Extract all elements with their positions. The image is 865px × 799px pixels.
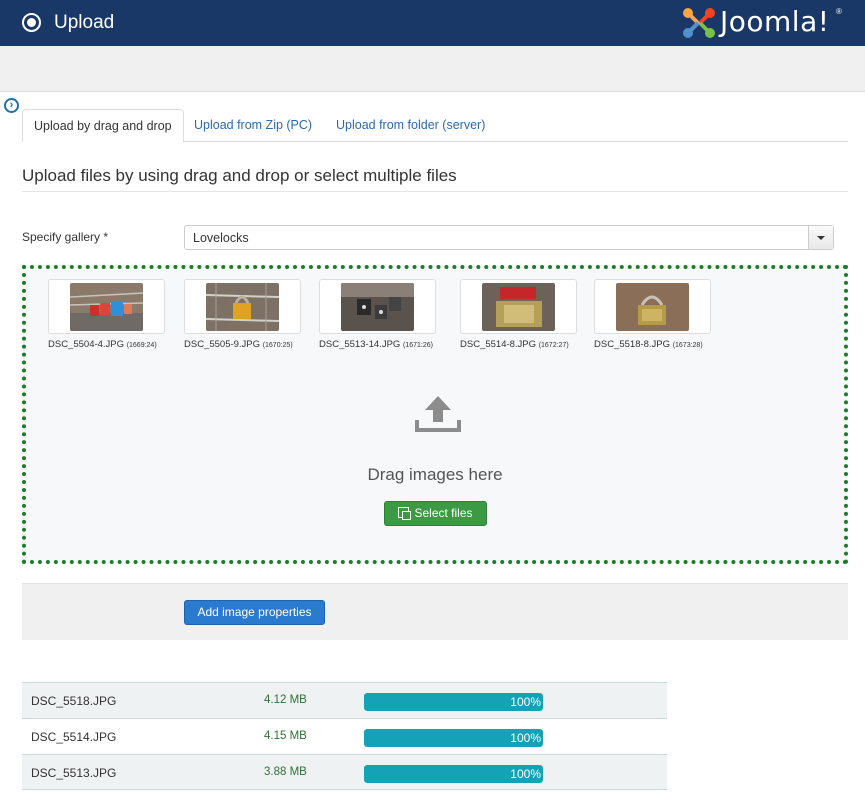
add-image-properties-button[interactable]: Add image properties: [184, 600, 325, 625]
thumbnail-filename: DSC_5505-9.JPG: [184, 339, 261, 350]
logo-wordmark: Joomla!: [720, 5, 830, 38]
upload-progress-bar: 100%: [364, 729, 543, 747]
upload-file-table: DSC_5518.JPG 4.12 MB 100% DSC_5514.JPG 4…: [22, 682, 667, 790]
thumbnail-filename: DSC_5504-4.JPG: [48, 339, 125, 350]
thumbnail-caption: DSC_5514-8.JPG (1672:27): [460, 339, 569, 350]
progress-label: 100%: [510, 767, 541, 781]
thumbnail-dimensions: (1671:26): [402, 342, 433, 349]
logo-registered-mark: ®: [836, 7, 842, 16]
thumbnail-filename: DSC_5513-14.JPG: [319, 339, 401, 350]
thumbnail-frame: [184, 279, 301, 334]
thumbnail-dimensions: (1672:27): [538, 342, 569, 349]
gallery-label: Specify gallery *: [22, 230, 109, 244]
thumbnail-frame: [594, 279, 711, 334]
copy-icon: [398, 507, 412, 520]
file-size: 4.12 MB: [264, 694, 307, 706]
joomla-logo[interactable]: Joomla! ®: [680, 5, 850, 41]
table-row: DSC_5513.JPG 3.88 MB 100%: [22, 754, 667, 790]
drag-hint: Drag images here: [367, 465, 503, 484]
lock-photo-image: [482, 283, 555, 331]
thumbnail-filename: DSC_5518-8.JPG: [594, 339, 671, 350]
lock-photo-image: [70, 283, 143, 331]
upload-progress-bar: 100%: [364, 693, 543, 711]
thumbnail-item[interactable]: DSC_5518-8.JPG (1673:28): [594, 279, 711, 350]
table-row: DSC_5514.JPG 4.15 MB 100%: [22, 718, 667, 754]
gallery-select-value: Lovelocks: [193, 231, 249, 245]
app-header: Upload Joomla! ®: [0, 0, 865, 46]
gallery-select[interactable]: Lovelocks: [184, 225, 834, 250]
section-title: Upload files by using drag and drop or s…: [22, 166, 457, 185]
upload-tabs: Upload by drag and drop Upload from Zip …: [22, 109, 848, 143]
thumbnail-caption: DSC_5505-9.JPG (1670:25): [184, 339, 293, 350]
progress-label: 100%: [510, 695, 541, 709]
tab-folder-server[interactable]: Upload from folder (server): [325, 109, 496, 142]
thumbnail-item[interactable]: DSC_5514-8.JPG (1672:27): [460, 279, 577, 350]
radio-target-icon: [22, 13, 41, 32]
select-files-button[interactable]: Select files: [384, 501, 487, 526]
upload-tray-icon: [415, 396, 461, 432]
properties-panel: Add image properties: [22, 583, 848, 640]
thumbnail-item[interactable]: DSC_5505-9.JPG (1670:25): [184, 279, 301, 350]
upload-progress-bar: 100%: [364, 765, 543, 783]
tab-zip-pc[interactable]: Upload from Zip (PC): [183, 109, 323, 142]
chevron-down-icon[interactable]: [808, 226, 833, 249]
thumbnail-frame: [48, 279, 165, 334]
file-size: 3.88 MB: [264, 766, 307, 778]
thumbnail-dimensions: (1669:24): [126, 342, 157, 349]
file-name: DSC_5514.JPG: [31, 730, 117, 744]
joomla-logo-icon: [683, 8, 715, 38]
file-name: DSC_5518.JPG: [31, 694, 117, 708]
thumbnail-item[interactable]: DSC_5504-4.JPG (1669:24): [48, 279, 165, 350]
thumbnail-caption: DSC_5504-4.JPG (1669:24): [48, 339, 157, 350]
lock-photo-image: [616, 283, 689, 331]
page-title: Upload: [54, 12, 115, 33]
thumbnail-frame: [319, 279, 436, 334]
file-name: DSC_5513.JPG: [31, 766, 117, 780]
progress-label: 100%: [510, 731, 541, 745]
thumbnail-item[interactable]: DSC_5513-14.JPG (1671:26): [319, 279, 436, 350]
divider: [22, 191, 848, 192]
thumbnail-dimensions: (1670:25): [262, 342, 293, 349]
thumbnail-caption: DSC_5518-8.JPG (1673:28): [594, 339, 703, 350]
thumbnail-caption: DSC_5513-14.JPG (1671:26): [319, 339, 433, 350]
toolbar: [0, 46, 865, 92]
lock-photo-image: [206, 283, 279, 331]
lock-photo-image: [341, 283, 414, 331]
file-size: 4.15 MB: [264, 730, 307, 742]
select-files-label: Select files: [414, 506, 473, 520]
dropzone[interactable]: DSC_5504-4.JPG (1669:24) DSC_5505-9.JPG …: [22, 265, 848, 564]
table-row: DSC_5518.JPG 4.12 MB 100%: [22, 682, 667, 718]
tab-drag-and-drop[interactable]: Upload by drag and drop: [22, 109, 184, 143]
thumbnail-dimensions: (1673:28): [672, 342, 703, 349]
thumbnail-frame: [460, 279, 577, 334]
sidebar-toggle-icon[interactable]: ›: [4, 98, 19, 113]
thumbnail-filename: DSC_5514-8.JPG: [460, 339, 537, 350]
